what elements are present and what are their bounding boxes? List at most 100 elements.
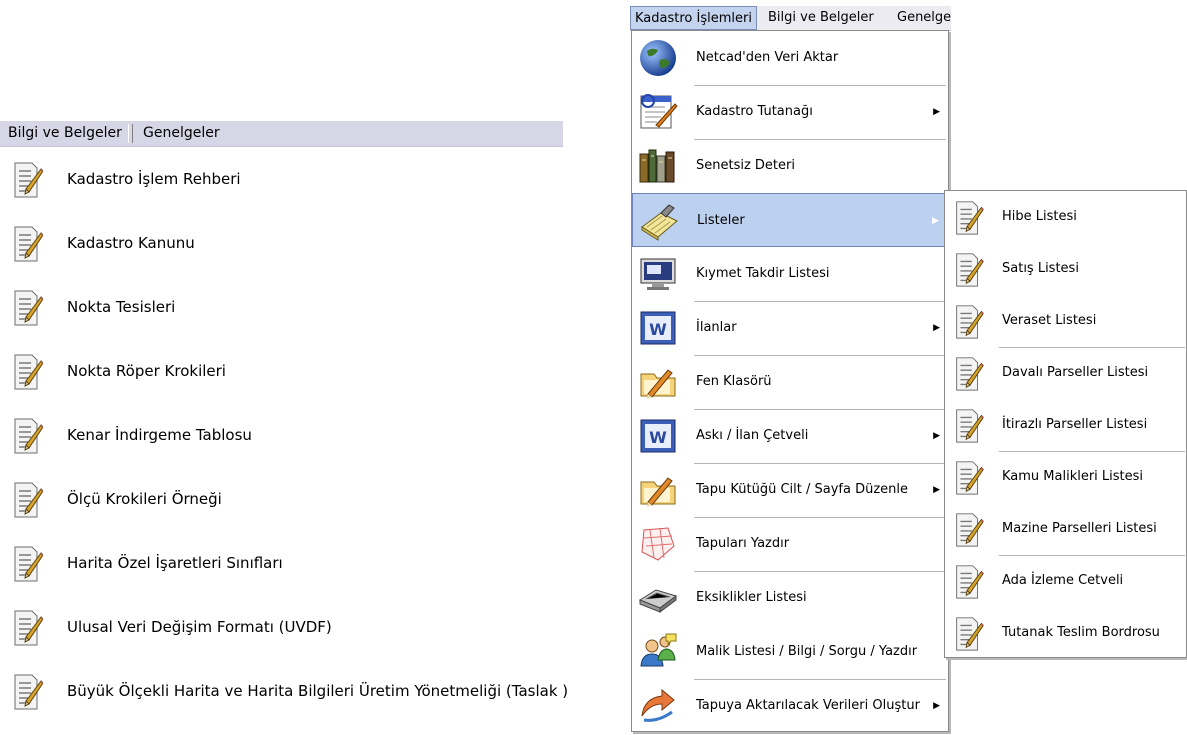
users-icon — [638, 632, 678, 672]
books-icon — [638, 146, 678, 186]
submenu-item-label: Veraset Listesi — [1002, 313, 1097, 328]
submenu-item-ada-izleme-cetveli[interactable]: Ada İzleme Cetveli — [945, 555, 1185, 607]
menu-item-label: Senetsiz Deteri — [696, 158, 795, 173]
left-menu-item-label: Kadastro Kanunu — [67, 234, 195, 252]
submenu-arrow-icon: ▶ — [933, 485, 940, 495]
form-pencil-icon — [638, 92, 678, 132]
left-menu-item[interactable]: Nokta Tesisleri — [0, 275, 563, 339]
submenu-arrow-icon: ▶ — [933, 701, 940, 711]
submenu-item-veraset-listesi[interactable]: Veraset Listesi — [945, 295, 1185, 347]
left-menu-item[interactable]: Büyük Ölçekli Harita ve Harita Bilgileri… — [0, 659, 568, 723]
folder-pencil-icon — [638, 362, 678, 402]
menu-item-label: Tapuya Aktarılacak Verileri Oluştur — [696, 698, 920, 713]
menu-item-ilanlar[interactable]: W İlanlar ▶ — [632, 301, 948, 355]
svg-text:W: W — [649, 428, 667, 447]
document-pencil-icon — [13, 415, 44, 455]
word-document-icon: W — [638, 308, 678, 348]
document-pencil-icon — [13, 607, 44, 647]
left-menu-item[interactable]: Kadastro Kanunu — [0, 211, 563, 275]
left-menu-item[interactable]: Kenar İndirgeme Tablosu — [0, 403, 563, 467]
globe-icon — [638, 38, 678, 78]
kadastro-dropdown-menu: Netcad'den Veri Aktar Kadastro Tutanağı ▶… — [631, 30, 949, 732]
submenu-item-satis-listesi[interactable]: Satış Listesi — [945, 243, 1185, 295]
menu-item-aski-ilan-cetveli[interactable]: W Askı / İlan Çetveli ▶ — [632, 409, 948, 463]
notebook-icon — [639, 201, 679, 241]
submenu-item-itirazli-parseller[interactable]: İtirazlı Parseller Listesi — [945, 399, 1185, 451]
menu-item-label: Kadastro Tutanağı — [696, 104, 813, 119]
document-pencil-icon — [954, 458, 984, 496]
monitor-icon — [638, 254, 678, 294]
menu-item-label: Listeler — [697, 213, 745, 228]
menubar-genelgeler[interactable]: Genelge — [893, 6, 951, 30]
listeler-submenu: Hibe Listesi Satış Listesi Veraset Liste… — [944, 190, 1187, 658]
left-menu-item[interactable]: Kadastro İşlem Rehberi — [0, 147, 563, 211]
left-menu-item[interactable]: Ulusal Veri Değişim Formatı (UVDF) — [0, 595, 563, 659]
left-menubar: Bilgi ve Belgeler Genelgeler — [0, 121, 563, 147]
document-pencil-icon — [954, 406, 984, 444]
menu-item-malik-listesi[interactable]: Malik Listesi / Bilgi / Sorgu / Yazdır — [632, 625, 948, 679]
submenu-item-tutanak-teslim-bordrosu[interactable]: Tutanak Teslim Bordrosu — [945, 607, 1185, 659]
left-menu-item-label: Nokta Röper Krokileri — [67, 362, 226, 380]
menubar-genelgeler[interactable]: Genelgeler — [137, 121, 226, 146]
left-menu-item-label: Ulusal Veri Değişim Formatı (UVDF) — [67, 618, 332, 636]
menu-item-netcad-veri-aktar[interactable]: Netcad'den Veri Aktar — [632, 31, 948, 85]
menu-item-kadastro-tutanagi[interactable]: Kadastro Tutanağı ▶ — [632, 85, 948, 139]
submenu-item-mazine-parselleri[interactable]: Mazine Parselleri Listesi — [945, 503, 1185, 555]
document-pencil-icon — [954, 510, 984, 548]
submenu-arrow-icon: ▶ — [933, 107, 940, 117]
menubar-bilgi-ve-belgeler[interactable]: Bilgi ve Belgeler — [2, 121, 128, 146]
submenu-item-label: Davalı Parseller Listesi — [1002, 365, 1149, 380]
submenu-item-kamu-malikleri[interactable]: Kamu Malikleri Listesi — [945, 451, 1185, 503]
folder-pencil-icon — [638, 470, 678, 510]
document-pencil-icon — [13, 351, 44, 391]
document-pencil-icon — [954, 354, 984, 392]
menu-item-fen-klasoru[interactable]: Fen Klasörü — [632, 355, 948, 409]
submenu-item-label: Ada İzleme Cetveli — [1002, 573, 1124, 588]
left-menu-item[interactable]: Nokta Röper Krokileri — [0, 339, 563, 403]
document-pencil-icon — [13, 287, 44, 327]
transfer-icon — [638, 686, 678, 726]
submenu-item-label: Mazine Parselleri Listesi — [1002, 521, 1157, 536]
left-menu-item-label: Kenar İndirgeme Tablosu — [67, 426, 252, 444]
document-pencil-icon — [954, 614, 984, 652]
document-pencil-icon — [954, 198, 984, 236]
menubar-kadastro-islemleri[interactable]: Kadastro İşlemleri — [630, 6, 757, 30]
menu-item-tapuya-aktarilacak[interactable]: Tapuya Aktarılacak Verileri Oluştur ▶ — [632, 679, 948, 733]
left-menu-item-label: Kadastro İşlem Rehberi — [67, 170, 241, 188]
menu-item-listeler[interactable]: Listeler ▶ — [632, 193, 948, 247]
submenu-item-davali-parseller[interactable]: Davalı Parseller Listesi — [945, 347, 1185, 399]
left-menu-item-label: Ölçü Krokileri Örneği — [67, 490, 222, 508]
document-pencil-icon — [954, 562, 984, 600]
menu-item-label: Netcad'den Veri Aktar — [696, 50, 839, 65]
left-menu-item-label: Harita Özel İşaretleri Sınıfları — [67, 554, 283, 572]
left-menu-item[interactable]: Harita Özel İşaretleri Sınıfları — [0, 531, 563, 595]
word-document-icon: W — [638, 416, 678, 456]
submenu-arrow-icon: ▶ — [933, 323, 940, 333]
submenu-item-hibe-listesi[interactable]: Hibe Listesi — [945, 191, 1185, 243]
document-pencil-icon — [954, 302, 984, 340]
menu-item-tapu-kutugu[interactable]: Tapu Kütüğü Cilt / Sayfa Düzenle ▶ — [632, 463, 948, 517]
document-pencil-icon — [954, 250, 984, 288]
left-menu-item[interactable]: Ölçü Krokileri Örneği — [0, 467, 563, 531]
document-pencil-icon — [13, 671, 44, 711]
menu-item-label: Malik Listesi / Bilgi / Sorgu / Yazdır — [696, 644, 918, 659]
menubar-bilgi-ve-belgeler[interactable]: Bilgi ve Belgeler — [764, 6, 878, 30]
submenu-arrow-icon: ▶ — [932, 216, 939, 226]
menu-item-kiymet-takdir-listesi[interactable]: Kıymet Takdir Listesi — [632, 247, 948, 301]
document-pencil-icon — [13, 543, 44, 583]
menu-item-label: Askı / İlan Çetveli — [696, 428, 809, 443]
menu-item-senetsiz-deteri[interactable]: Senetsiz Deteri — [632, 139, 948, 193]
menu-item-label: Tapu Kütüğü Cilt / Sayfa Düzenle — [696, 482, 909, 497]
document-pencil-icon — [13, 479, 44, 519]
document-pencil-icon — [13, 223, 44, 263]
menu-item-tapulari-yazdir[interactable]: Tapuları Yazdır — [632, 517, 948, 571]
menu-item-eksiklikler-listesi[interactable]: Eksiklikler Listesi — [632, 571, 948, 625]
svg-text:W: W — [649, 320, 667, 339]
submenu-item-label: Kamu Malikleri Listesi — [1002, 469, 1144, 484]
submenu-item-label: Hibe Listesi — [1002, 209, 1077, 224]
left-menu-panel: Bilgi ve Belgeler Genelgeler Kadastro İş… — [0, 121, 568, 735]
document-pencil-icon — [13, 159, 44, 199]
menu-item-label: Tapuları Yazdır — [696, 536, 790, 551]
menu-item-label: İlanlar — [696, 320, 737, 335]
left-menu-item-label: Büyük Ölçekli Harita ve Harita Bilgileri… — [67, 682, 569, 700]
